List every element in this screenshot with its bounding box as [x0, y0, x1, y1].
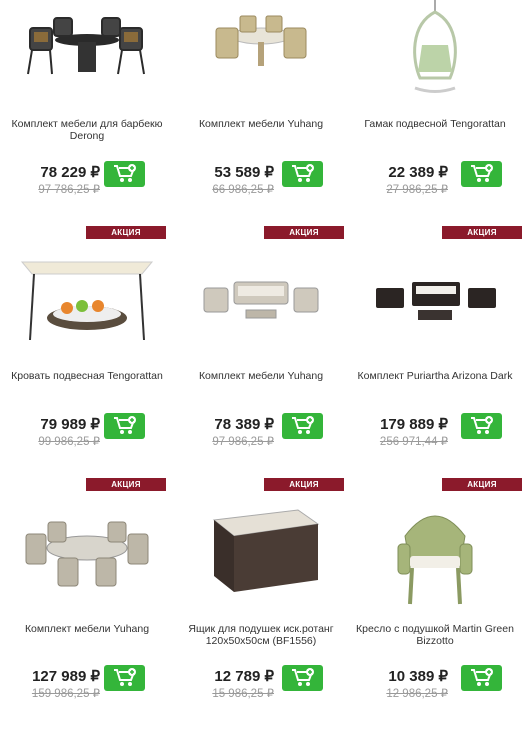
product-card[interactable]: АКЦИЯ Кровать подвесная Tengorattan 79 9…	[0, 226, 174, 478]
product-old-price: 97 986,25 ₽	[212, 436, 274, 448]
product-old-price: 97 786,25 ₽	[38, 184, 100, 196]
product-image[interactable]	[186, 496, 336, 596]
sale-badge: АКЦИЯ	[86, 226, 166, 239]
product-price: 79 989 ₽	[40, 416, 100, 433]
add-to-cart-button[interactable]	[104, 665, 145, 691]
product-old-price: 27 986,25 ₽	[386, 184, 448, 196]
product-image[interactable]	[360, 252, 510, 352]
product-title[interactable]: Комплект мебели Yuhang	[4, 623, 170, 635]
product-old-price: 15 986,25 ₽	[212, 688, 274, 700]
product-price: 78 389 ₽	[214, 416, 274, 433]
product-image[interactable]	[12, 252, 162, 352]
product-title[interactable]: Кресло с подушкой Martin Green Bizzotto	[352, 623, 518, 647]
add-to-cart-button[interactable]	[461, 161, 502, 187]
product-price: 179 889 ₽	[380, 416, 448, 433]
cushion-box-icon	[212, 509, 320, 592]
sale-badge: АКЦИЯ	[86, 478, 166, 491]
product-title[interactable]: Ящик для подушек иск.ротанг 120x50x50см …	[178, 623, 344, 647]
product-card[interactable]: АКЦИЯ Комплект Puriartha Arizona Dark 17…	[348, 226, 522, 478]
add-to-cart-button[interactable]	[282, 161, 323, 187]
product-card[interactable]: АКЦИЯ Ящик для подушек иск.ротанг 120x50…	[174, 478, 348, 730]
cart-plus-icon	[292, 668, 314, 686]
product-old-price: 99 986,25 ₽	[38, 436, 100, 448]
sale-badge: АКЦИЯ	[264, 226, 344, 239]
sale-badge: АКЦИЯ	[442, 478, 522, 491]
product-price: 12 789 ₽	[214, 668, 274, 685]
product-card[interactable]: АКЦИЯ Комплект мебели Yuhang 127 989 ₽ 1…	[0, 478, 174, 730]
product-card[interactable]: Комплект мебели для барбекю Derong 78 22…	[0, 0, 174, 252]
dark-lounge-set-icon	[376, 282, 496, 320]
product-grid: Комплект мебели для барбекю Derong 78 22…	[0, 0, 522, 700]
cart-plus-icon	[471, 668, 493, 686]
product-image[interactable]	[12, 504, 162, 604]
product-card[interactable]: АКЦИЯ Кресло с подушкой Martin Green Biz…	[348, 478, 522, 730]
cart-plus-icon	[471, 416, 493, 434]
cart-plus-icon	[114, 416, 136, 434]
cart-plus-icon	[292, 164, 314, 182]
product-image[interactable]	[12, 8, 162, 108]
product-card[interactable]: Гамак подвесной Tengorattan 22 389 ₽ 27 …	[348, 0, 522, 252]
cart-plus-icon	[471, 164, 493, 182]
add-to-cart-button[interactable]	[461, 665, 502, 691]
hanging-bed-icon	[20, 261, 154, 341]
sale-badge: АКЦИЯ	[264, 478, 344, 491]
product-image[interactable]	[186, 252, 336, 352]
cart-plus-icon	[292, 416, 314, 434]
add-to-cart-button[interactable]	[282, 665, 323, 691]
product-price: 53 589 ₽	[214, 164, 274, 181]
add-to-cart-button[interactable]	[104, 161, 145, 187]
green-armchair-icon	[397, 515, 473, 605]
product-image[interactable]	[186, 8, 336, 108]
product-title[interactable]: Гамак подвесной Tengorattan	[352, 118, 518, 130]
bbq-dining-set-icon	[27, 17, 145, 75]
product-title[interactable]: Комплект мебели Yuhang	[178, 370, 344, 382]
product-price: 78 229 ₽	[40, 164, 100, 181]
add-to-cart-button[interactable]	[461, 413, 502, 439]
product-old-price: 256 971,44 ₽	[379, 436, 448, 448]
product-old-price: 12 986,25 ₽	[386, 688, 448, 700]
product-title[interactable]: Комплект мебели Yuhang	[178, 118, 344, 130]
product-image[interactable]	[360, 496, 510, 605]
sale-badge: АКЦИЯ	[442, 226, 522, 239]
product-title[interactable]: Комплект мебели для барбекю Derong	[4, 118, 170, 142]
product-card[interactable]: АКЦИЯ Комплект мебели Yuhang 78 389 ₽ 97…	[174, 226, 348, 478]
rattan-lounge-set-icon	[203, 281, 319, 319]
add-to-cart-button[interactable]	[282, 413, 323, 439]
round-dining-set-icon	[25, 521, 149, 587]
product-price: 10 389 ₽	[388, 668, 448, 685]
add-to-cart-button[interactable]	[104, 413, 145, 439]
cart-plus-icon	[114, 668, 136, 686]
product-old-price: 66 986,25 ₽	[212, 184, 274, 196]
product-title[interactable]: Комплект Puriartha Arizona Dark	[352, 370, 518, 382]
product-image[interactable]	[360, 0, 510, 100]
hanging-hammock-chair-icon	[413, 0, 457, 93]
cart-plus-icon	[114, 164, 136, 182]
product-price: 22 389 ₽	[388, 164, 448, 181]
rattan-dining-set-icon	[215, 15, 307, 66]
product-price: 127 989 ₽	[32, 668, 100, 685]
product-old-price: 159 986,25 ₽	[31, 688, 100, 700]
product-card[interactable]: Комплект мебели Yuhang 53 589 ₽ 66 986,2…	[174, 0, 348, 252]
product-title[interactable]: Кровать подвесная Tengorattan	[4, 370, 170, 382]
